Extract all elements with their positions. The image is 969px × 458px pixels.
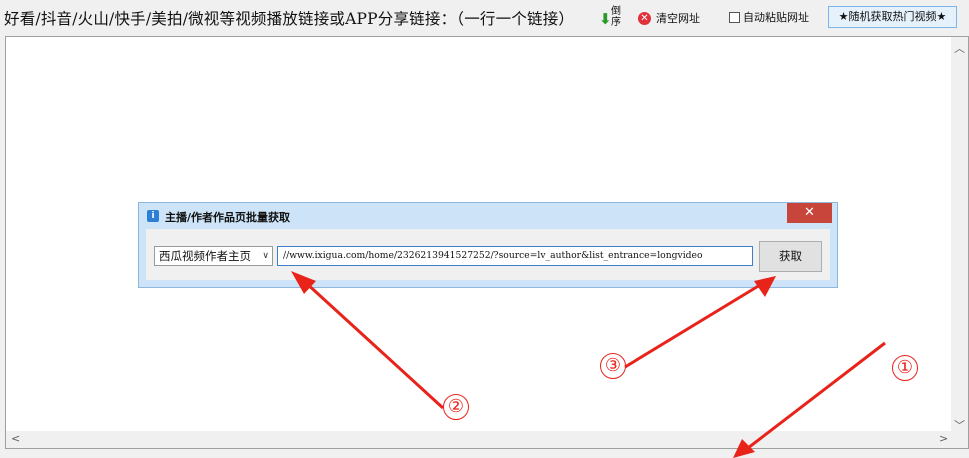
clear-label: 清空网址 <box>656 12 700 25</box>
source-select[interactable]: 西瓜视频作者主页 ∨ <box>154 246 273 266</box>
chevron-down-icon[interactable]: ∨ <box>262 247 269 265</box>
dialog-titlebar[interactable]: i 主播/作者作品页批量获取 ✕ <box>139 203 837 228</box>
clear-urls-button[interactable]: ✕ 清空网址 <box>638 9 700 27</box>
annotation-marker-3: ③ <box>600 353 626 379</box>
dialog-body: 西瓜视频作者主页 ∨ //www.ixigua.com/home/2326213… <box>146 229 830 280</box>
instruction-text: 好看/抖音/火山/快手/美拍/微视等视频播放链接或APP分享链接：（一行一个链接… <box>4 10 575 28</box>
batch-fetch-dialog: i 主播/作者作品页批量获取 ✕ 西瓜视频作者主页 ∨ //www.ixigua… <box>138 202 838 288</box>
autopaste-label: 自动粘贴网址 <box>743 11 809 24</box>
dialog-title: 主播/作者作品页批量获取 <box>165 211 291 224</box>
clear-circle-icon: ✕ <box>638 11 651 25</box>
scroll-right-icon[interactable]: > <box>939 432 948 445</box>
annotation-marker-1: ① <box>892 355 918 381</box>
sort-reverse-button[interactable]: ⬇ 倒序 <box>597 4 631 32</box>
author-url-input[interactable]: //www.ixigua.com/home/2326213941527252/?… <box>277 246 753 266</box>
scroll-corner <box>951 431 968 448</box>
autopaste-checkbox[interactable]: 自动粘贴网址 <box>729 9 809 25</box>
sort-label: 倒序 <box>611 6 621 28</box>
scroll-up-icon[interactable]: ︿ <box>954 40 965 56</box>
source-select-value: 西瓜视频作者主页 <box>159 249 251 263</box>
down-arrow-icon: ⬇ <box>599 10 612 28</box>
checkbox-box[interactable] <box>729 11 740 23</box>
dialog-close-button[interactable]: ✕ <box>787 203 832 223</box>
scroll-left-icon[interactable]: < <box>11 432 20 445</box>
vertical-scrollbar[interactable]: ︿ ﹀ <box>951 37 968 432</box>
fetch-button[interactable]: 获取 <box>759 241 822 272</box>
annotation-marker-2: ② <box>443 394 469 420</box>
horizontal-scrollbar[interactable]: < > <box>6 431 952 448</box>
toolbar: 好看/抖音/火山/快手/美拍/微视等视频播放链接或APP分享链接：（一行一个链接… <box>0 0 969 36</box>
info-icon: i <box>147 210 159 222</box>
random-hot-video-button[interactable]: ★随机获取热门视频★ <box>828 6 957 28</box>
